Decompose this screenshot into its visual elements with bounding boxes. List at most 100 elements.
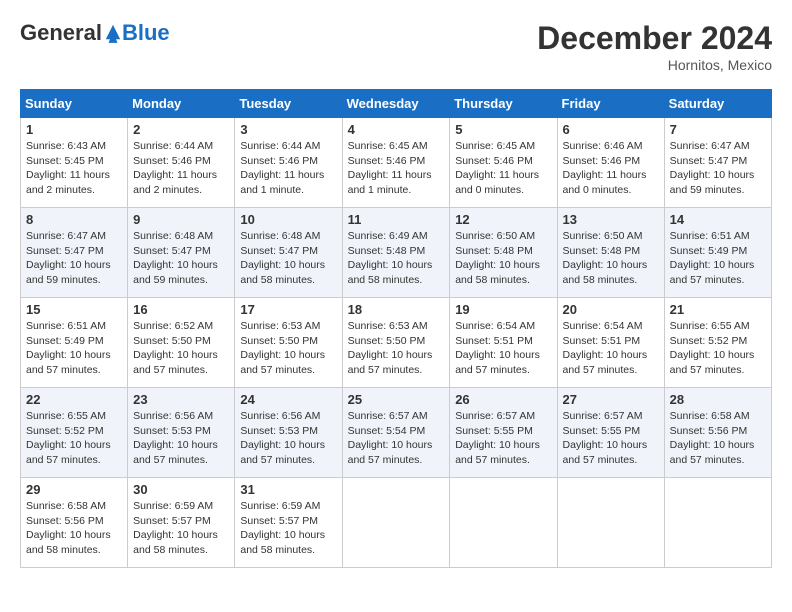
logo-icon xyxy=(104,23,122,43)
day-number: 1 xyxy=(26,122,122,137)
calendar-cell xyxy=(342,478,450,568)
day-info: Sunrise: 6:55 AMSunset: 5:52 PMDaylight:… xyxy=(26,409,122,468)
day-info: Sunrise: 6:58 AMSunset: 5:56 PMDaylight:… xyxy=(26,499,122,558)
calendar-cell: 17 Sunrise: 6:53 AMSunset: 5:50 PMDayligh… xyxy=(235,298,342,388)
day-number: 7 xyxy=(670,122,766,137)
day-number: 4 xyxy=(348,122,445,137)
weekday-header-wednesday: Wednesday xyxy=(342,90,450,118)
calendar-table: SundayMondayTuesdayWednesdayThursdayFrid… xyxy=(20,89,772,568)
day-info: Sunrise: 6:51 AMSunset: 5:49 PMDaylight:… xyxy=(26,319,122,378)
calendar-cell: 25Sunrise: 6:57 AMSunset: 5:54 PMDayligh… xyxy=(342,388,450,478)
day-info: Sunrise: 6:50 AMSunset: 5:48 PMDaylight:… xyxy=(563,229,659,288)
calendar-cell: 27Sunrise: 6:57 AMSunset: 5:55 PMDayligh… xyxy=(557,388,664,478)
day-info: Sunrise: 6:43 AMSunset: 5:45 PMDaylight:… xyxy=(26,139,122,198)
day-number: 8 xyxy=(26,212,122,227)
calendar-cell: 4 Sunrise: 6:45 AMSunset: 5:46 PMDaylight… xyxy=(342,118,450,208)
calendar-cell xyxy=(557,478,664,568)
day-number: 3 xyxy=(240,122,336,137)
weekday-header-thursday: Thursday xyxy=(450,90,557,118)
day-number: 21 xyxy=(670,302,766,317)
week-row-5: 29 Sunrise: 6:58 AMSunset: 5:56 PMDayligh… xyxy=(21,478,772,568)
calendar-cell: 30 Sunrise: 6:59 AMSunset: 5:57 PMDayligh… xyxy=(128,478,235,568)
week-row-2: 8 Sunrise: 6:47 AMSunset: 5:47 PMDaylight… xyxy=(21,208,772,298)
day-info: Sunrise: 6:44 AMSunset: 5:46 PMDaylight:… xyxy=(133,139,229,198)
weekday-header-friday: Friday xyxy=(557,90,664,118)
calendar-cell: 19 Sunrise: 6:54 AMSunset: 5:51 PMDayligh… xyxy=(450,298,557,388)
day-info: Sunrise: 6:59 AMSunset: 5:57 PMDaylight:… xyxy=(240,499,336,558)
weekday-header-tuesday: Tuesday xyxy=(235,90,342,118)
calendar-cell: 8 Sunrise: 6:47 AMSunset: 5:47 PMDaylight… xyxy=(21,208,128,298)
logo: General Blue xyxy=(20,20,170,46)
calendar-cell: 13 Sunrise: 6:50 AMSunset: 5:48 PMDayligh… xyxy=(557,208,664,298)
calendar-cell: 31 Sunrise: 6:59 AMSunset: 5:57 PMDayligh… xyxy=(235,478,342,568)
day-number: 5 xyxy=(455,122,551,137)
day-info: Sunrise: 6:45 AMSunset: 5:46 PMDaylight:… xyxy=(348,139,445,198)
day-info: Sunrise: 6:44 AMSunset: 5:46 PMDaylight:… xyxy=(240,139,336,198)
weekday-header-monday: Monday xyxy=(128,90,235,118)
calendar-cell: 11 Sunrise: 6:49 AMSunset: 5:48 PMDayligh… xyxy=(342,208,450,298)
day-number: 9 xyxy=(133,212,229,227)
day-info: Sunrise: 6:47 AMSunset: 5:47 PMDaylight:… xyxy=(26,229,122,288)
calendar-cell: 22 Sunrise: 6:55 AMSunset: 5:52 PMDayligh… xyxy=(21,388,128,478)
day-number: 2 xyxy=(133,122,229,137)
day-number: 29 xyxy=(26,482,122,497)
calendar-cell: 21 Sunrise: 6:55 AMSunset: 5:52 PMDayligh… xyxy=(664,298,771,388)
calendar-cell: 20 Sunrise: 6:54 AMSunset: 5:51 PMDayligh… xyxy=(557,298,664,388)
week-row-4: 22 Sunrise: 6:55 AMSunset: 5:52 PMDayligh… xyxy=(21,388,772,478)
week-row-1: 1 Sunrise: 6:43 AMSunset: 5:45 PMDaylight… xyxy=(21,118,772,208)
day-number: 20 xyxy=(563,302,659,317)
day-number: 15 xyxy=(26,302,122,317)
day-number: 13 xyxy=(563,212,659,227)
calendar-cell: 10Sunrise: 6:48 AMSunset: 5:47 PMDayligh… xyxy=(235,208,342,298)
day-number: 19 xyxy=(455,302,551,317)
location-text: Hornitos, Mexico xyxy=(537,57,772,73)
calendar-cell: 3 Sunrise: 6:44 AMSunset: 5:46 PMDaylight… xyxy=(235,118,342,208)
day-info: Sunrise: 6:53 AMSunset: 5:50 PMDaylight:… xyxy=(348,319,445,378)
day-number: 6 xyxy=(563,122,659,137)
day-info: Sunrise: 6:52 AMSunset: 5:50 PMDaylight:… xyxy=(133,319,229,378)
day-number: 26 xyxy=(455,392,551,407)
day-info: Sunrise: 6:54 AMSunset: 5:51 PMDaylight:… xyxy=(563,319,659,378)
day-info: Sunrise: 6:48 AMSunset: 5:47 PMDaylight:… xyxy=(133,229,229,288)
day-info: Sunrise: 6:51 AMSunset: 5:49 PMDaylight:… xyxy=(670,229,766,288)
day-info: Sunrise: 6:59 AMSunset: 5:57 PMDaylight:… xyxy=(133,499,229,558)
day-number: 24 xyxy=(240,392,336,407)
calendar-cell xyxy=(664,478,771,568)
day-number: 17 xyxy=(240,302,336,317)
day-info: Sunrise: 6:50 AMSunset: 5:48 PMDaylight:… xyxy=(455,229,551,288)
calendar-cell: 2 Sunrise: 6:44 AMSunset: 5:46 PMDaylight… xyxy=(128,118,235,208)
day-info: Sunrise: 6:54 AMSunset: 5:51 PMDaylight:… xyxy=(455,319,551,378)
calendar-cell: 28Sunrise: 6:58 AMSunset: 5:56 PMDayligh… xyxy=(664,388,771,478)
day-number: 16 xyxy=(133,302,229,317)
day-number: 18 xyxy=(348,302,445,317)
title-block: December 2024 Hornitos, Mexico xyxy=(537,20,772,73)
day-number: 25 xyxy=(348,392,445,407)
day-info: Sunrise: 6:55 AMSunset: 5:52 PMDaylight:… xyxy=(670,319,766,378)
calendar-cell: 1 Sunrise: 6:43 AMSunset: 5:45 PMDaylight… xyxy=(21,118,128,208)
day-number: 31 xyxy=(240,482,336,497)
month-title: December 2024 xyxy=(537,20,772,57)
calendar-cell: 12Sunrise: 6:50 AMSunset: 5:48 PMDayligh… xyxy=(450,208,557,298)
day-number: 23 xyxy=(133,392,229,407)
weekday-header-sunday: Sunday xyxy=(21,90,128,118)
day-info: Sunrise: 6:47 AMSunset: 5:47 PMDaylight:… xyxy=(670,139,766,198)
day-info: Sunrise: 6:45 AMSunset: 5:46 PMDaylight:… xyxy=(455,139,551,198)
calendar-cell: 23Sunrise: 6:56 AMSunset: 5:53 PMDayligh… xyxy=(128,388,235,478)
day-info: Sunrise: 6:53 AMSunset: 5:50 PMDaylight:… xyxy=(240,319,336,378)
day-number: 10 xyxy=(240,212,336,227)
day-number: 22 xyxy=(26,392,122,407)
day-number: 11 xyxy=(348,212,445,227)
calendar-cell: 29 Sunrise: 6:58 AMSunset: 5:56 PMDayligh… xyxy=(21,478,128,568)
day-info: Sunrise: 6:49 AMSunset: 5:48 PMDaylight:… xyxy=(348,229,445,288)
day-info: Sunrise: 6:56 AMSunset: 5:53 PMDaylight:… xyxy=(240,409,336,468)
day-number: 27 xyxy=(563,392,659,407)
calendar-cell: 5 Sunrise: 6:45 AMSunset: 5:46 PMDaylight… xyxy=(450,118,557,208)
day-number: 28 xyxy=(670,392,766,407)
calendar-cell: 16 Sunrise: 6:52 AMSunset: 5:50 PMDayligh… xyxy=(128,298,235,388)
calendar-cell: 26Sunrise: 6:57 AMSunset: 5:55 PMDayligh… xyxy=(450,388,557,478)
logo-general-text: General xyxy=(20,20,102,46)
calendar-cell: 7 Sunrise: 6:47 AMSunset: 5:47 PMDaylight… xyxy=(664,118,771,208)
calendar-cell: 14Sunrise: 6:51 AMSunset: 5:49 PMDayligh… xyxy=(664,208,771,298)
calendar-cell: 24 Sunrise: 6:56 AMSunset: 5:53 PMDayligh… xyxy=(235,388,342,478)
day-number: 30 xyxy=(133,482,229,497)
